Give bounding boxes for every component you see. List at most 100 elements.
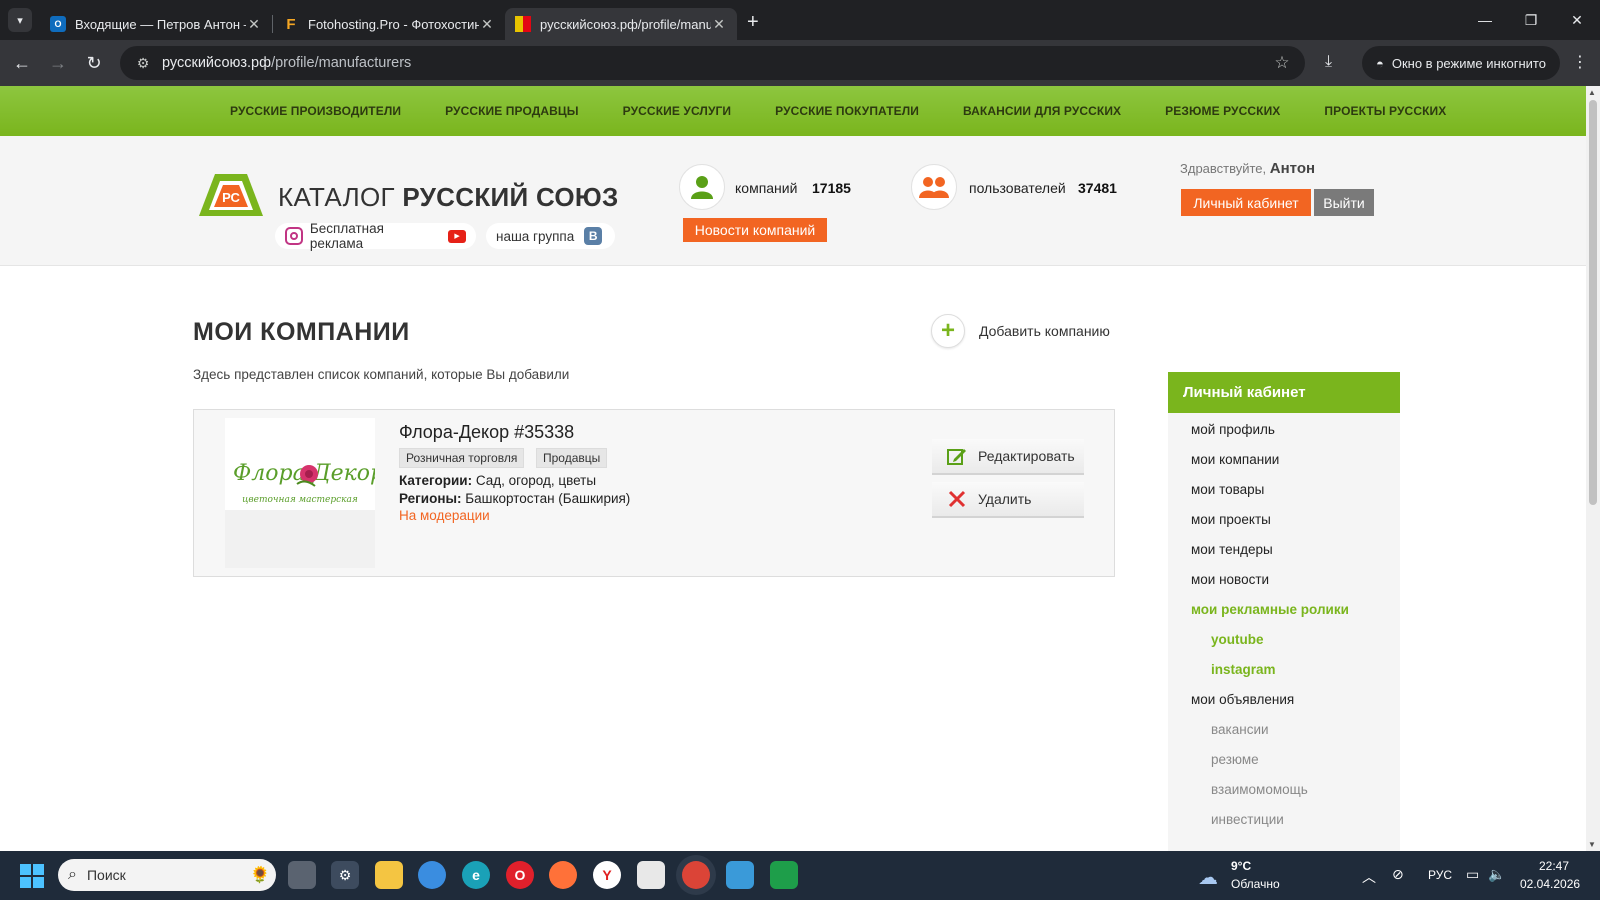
tab-russkiysoyuz[interactable]: русскийсоюз.рф/profile/manuf ✕	[505, 8, 737, 40]
tab-search-button[interactable]: ▾	[8, 8, 32, 32]
display-icon[interactable]: ▭	[1466, 866, 1479, 883]
tray-overflow-icon[interactable]: ︿	[1362, 867, 1376, 887]
sidebar-item-ad-videos[interactable]: мои рекламные ролики	[1191, 602, 1349, 617]
network-off-icon[interactable]: ⊘	[1392, 866, 1404, 883]
page-viewport: РУССКИЕ ПРОИЗВОДИТЕЛИ РУССКИЕ ПРОДАВЦЫ Р…	[0, 86, 1600, 851]
company-logo-tagline: цветочная мастерская	[242, 495, 358, 505]
edit-icon	[946, 446, 968, 466]
file-explorer-icon[interactable]	[375, 861, 403, 889]
companies-count: 17185	[812, 180, 851, 196]
browser-menu-icon[interactable]: ⋮	[1572, 52, 1588, 72]
outlook-icon: O	[50, 16, 66, 32]
sidebar-item-projects[interactable]: мои проекты	[1191, 512, 1271, 527]
sidebar-item-products[interactable]: мои товары	[1191, 482, 1264, 497]
company-tag[interactable]: Продавцы	[536, 448, 608, 468]
weather-desc[interactable]: Облачно	[1231, 877, 1280, 891]
page-scrollbar[interactable]: ▲ ▼	[1586, 86, 1600, 851]
close-icon[interactable]: ✕	[246, 16, 262, 33]
windows-start-icon[interactable]	[20, 864, 44, 888]
weather-temp[interactable]: 9°C	[1231, 859, 1251, 873]
incognito-badge[interactable]: ◓ Окно в режиме инкогнито	[1362, 46, 1560, 80]
site-logo-text[interactable]: КАТАЛОГ РУССКИЙ СОЮЗ	[278, 182, 619, 213]
nav-resumes[interactable]: РЕЗЮМЕ РУССКИХ	[1165, 104, 1280, 118]
company-news-button[interactable]: Новости компаний	[683, 218, 827, 242]
sidebar-item-investments[interactable]: инвестиции	[1211, 812, 1284, 827]
firefox-icon[interactable]	[549, 861, 577, 889]
volume-icon[interactable]: 🔈	[1488, 866, 1505, 883]
clock-time[interactable]: 22:47	[1539, 859, 1569, 873]
logout-button[interactable]: Выйти	[1314, 189, 1374, 216]
site-logo-icon[interactable]: РС	[193, 172, 269, 218]
user-name: Антон	[1269, 160, 1316, 177]
notepad-icon[interactable]	[726, 861, 754, 889]
sidebar-item-news[interactable]: мои новости	[1191, 572, 1269, 587]
company-logo[interactable]: Флора Декор цветочная мастерская	[225, 418, 384, 568]
free-ads-link[interactable]: Бесплатная реклама ▶	[275, 221, 476, 251]
globe-app-icon[interactable]	[418, 861, 446, 889]
sidebar-item-mutual-help[interactable]: взаимомомощь	[1211, 782, 1308, 797]
delete-icon	[946, 490, 968, 508]
delete-button[interactable]: Удалить	[932, 482, 1084, 518]
url-bar[interactable]: ⚙ русскийсоюз.рф/profile/manufacturers ☆	[120, 46, 1305, 80]
settings-icon[interactable]: ⚙	[331, 861, 359, 889]
add-company-button[interactable]: + Добавить компанию	[931, 314, 1110, 348]
sidebar-item-companies[interactable]: мои компании	[1191, 452, 1279, 467]
page-subtitle: Здесь представлен список компаний, котор…	[193, 367, 570, 382]
companies-label: компаний	[735, 180, 798, 196]
download-icon[interactable]: ⤓	[1325, 53, 1332, 71]
site-info-icon[interactable]: ⚙	[128, 55, 158, 72]
sidebar-item-youtube[interactable]: youtube	[1211, 632, 1264, 647]
chrome-icon[interactable]	[682, 861, 710, 889]
close-window-icon[interactable]: ✕	[1554, 0, 1600, 40]
nav-manufacturers[interactable]: РУССКИЕ ПРОИЗВОДИТЕЛИ	[230, 104, 401, 118]
search-highlight-icon: 🌻	[250, 867, 270, 884]
maximize-icon[interactable]: ❐	[1508, 0, 1554, 40]
company-name[interactable]: Флора-Декор #35338	[399, 422, 574, 443]
task-view-icon[interactable]	[288, 861, 316, 889]
youtube-icon: ▶	[448, 229, 466, 243]
edge-icon[interactable]: e	[462, 861, 490, 889]
opera-icon[interactable]: O	[506, 861, 534, 889]
url-text[interactable]: русскийсоюз.рф/profile/manufacturers	[162, 55, 1267, 71]
clock-date[interactable]: 02.04.2026	[1520, 877, 1580, 891]
tab-mail[interactable]: O Входящие — Петров Антон — ✕	[40, 8, 272, 40]
group-link[interactable]: наша группа В	[486, 223, 615, 249]
nav-projects[interactable]: ПРОЕКТЫ РУССКИХ	[1324, 104, 1446, 118]
taskbar-search[interactable]: ⌕ Поиск 🌻	[58, 859, 276, 891]
close-icon[interactable]: ✕	[711, 16, 727, 33]
moderation-status: На модерации	[399, 508, 490, 523]
nav-services[interactable]: РУССКИЕ УСЛУГИ	[623, 104, 731, 118]
company-categories: Категории: Сад, огород, цветы	[399, 473, 596, 488]
nav-vacancies[interactable]: ВАКАНСИИ ДЛЯ РУССКИХ	[963, 104, 1121, 118]
store-icon[interactable]	[637, 861, 665, 889]
sidebar-item-ads[interactable]: мои объявления	[1191, 692, 1294, 707]
sidebar-item-resume[interactable]: резюме	[1211, 752, 1259, 767]
language-indicator[interactable]: РУС	[1428, 868, 1452, 882]
vk-icon: В	[584, 227, 603, 245]
nav-buyers[interactable]: РУССКИЕ ПОКУПАТЕЛИ	[775, 104, 919, 118]
new-tab-icon[interactable]: +	[747, 11, 759, 34]
back-icon[interactable]: ←	[4, 53, 40, 74]
sidebar-item-tenders[interactable]: мои тендеры	[1191, 542, 1273, 557]
sidebar-item-vacancies[interactable]: вакансии	[1211, 722, 1269, 737]
weather-icon[interactable]: ☁	[1198, 865, 1218, 890]
nav-sellers[interactable]: РУССКИЕ ПРОДАВЦЫ	[445, 104, 579, 118]
sidebar-item-instagram[interactable]: instagram	[1211, 662, 1276, 677]
scroll-down-icon[interactable]: ▼	[1588, 840, 1596, 849]
sidebar-item-profile[interactable]: мой профиль	[1191, 422, 1275, 437]
delete-label: Удалить	[978, 491, 1032, 507]
bookmark-star-icon[interactable]: ☆	[1267, 53, 1297, 73]
company-tag[interactable]: Розничная торговля	[399, 448, 525, 468]
minimize-icon[interactable]: —	[1462, 0, 1508, 40]
forward-icon[interactable]: →	[40, 53, 76, 74]
reload-icon[interactable]: ↻	[76, 53, 112, 74]
cabinet-button[interactable]: Личный кабинет	[1181, 189, 1311, 216]
scroll-up-icon[interactable]: ▲	[1588, 88, 1596, 97]
edit-button[interactable]: Редактировать	[932, 439, 1084, 475]
tab-fotohosting[interactable]: F Fotohosting.Pro - Фотохостинг ✕	[273, 8, 505, 40]
spreadsheet-icon[interactable]	[770, 861, 798, 889]
close-icon[interactable]: ✕	[479, 16, 495, 33]
categories-label: Категории:	[399, 473, 473, 488]
yandex-browser-icon[interactable]: Y	[593, 861, 621, 889]
scrollbar-thumb[interactable]	[1589, 100, 1597, 505]
